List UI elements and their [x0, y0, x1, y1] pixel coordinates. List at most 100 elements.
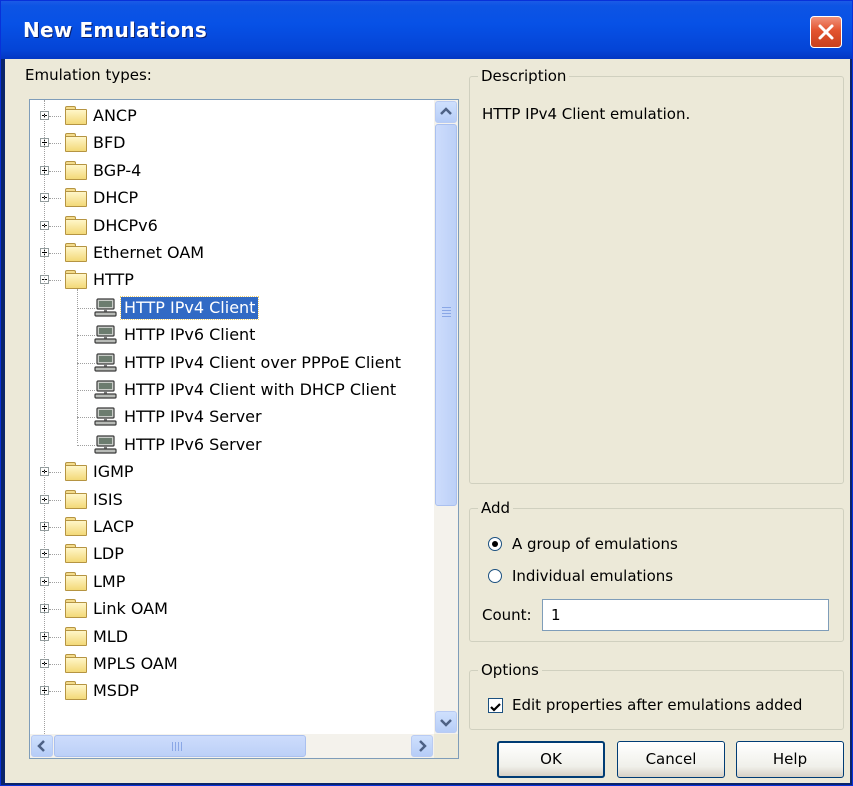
- tree-folder-item[interactable]: DHCP: [30, 187, 430, 211]
- group-of-emulations-radio[interactable]: [488, 537, 502, 551]
- tree-item-label[interactable]: BFD: [90, 132, 129, 154]
- host-computer-icon: [94, 353, 118, 373]
- grip-line: [172, 742, 173, 751]
- tree-folder-item[interactable]: ISIS: [30, 489, 430, 513]
- help-button[interactable]: Help: [736, 741, 844, 778]
- tree-folder-item[interactable]: ANCP: [30, 105, 430, 129]
- count-input[interactable]: [542, 599, 829, 631]
- tree-item-label[interactable]: Ethernet OAM: [90, 242, 207, 264]
- grip-line: [175, 742, 176, 751]
- close-icon: [818, 24, 834, 40]
- tree-item-label[interactable]: HTTP IPv4 Client: [119, 296, 260, 320]
- tree-item-label[interactable]: HTTP IPv4 Client over PPPoE Client: [121, 352, 404, 374]
- horizontal-scroll-thumb[interactable]: [54, 735, 306, 757]
- tree-connector: [49, 226, 61, 227]
- folder-icon: [65, 490, 87, 509]
- tree-folder-item[interactable]: Link OAM: [30, 598, 430, 622]
- grip-line: [181, 742, 182, 751]
- host-computer-icon: [94, 298, 118, 318]
- tree-folder-item[interactable]: MPLS OAM: [30, 653, 430, 677]
- group-of-emulations-label[interactable]: A group of emulations: [512, 535, 678, 553]
- tree-connector: [49, 253, 61, 254]
- tree-item-label[interactable]: MSDP: [90, 680, 142, 702]
- tree-folder-item[interactable]: IGMP: [30, 461, 430, 485]
- tree-folder-item[interactable]: LMP: [30, 571, 430, 595]
- close-button[interactable]: [810, 16, 842, 48]
- tree-emulation-item[interactable]: HTTP IPv6 Client: [30, 324, 430, 348]
- edit-properties-label[interactable]: Edit properties after emulations added: [512, 696, 802, 714]
- description-group: Description HTTP IPv4 Client emulation.: [469, 67, 844, 484]
- tree-connector: [49, 664, 61, 665]
- tree-folder-item[interactable]: BFD: [30, 132, 430, 156]
- folder-icon: [65, 161, 87, 180]
- tree-folder-item[interactable]: BGP-4: [30, 160, 430, 184]
- tree-item-label[interactable]: LDP: [90, 543, 127, 565]
- tree-item-label[interactable]: ANCP: [90, 105, 140, 127]
- scroll-left-button[interactable]: [31, 735, 53, 757]
- tree-root-line: [44, 100, 45, 740]
- tree-connector: [49, 116, 61, 117]
- tree-item-label[interactable]: BGP-4: [90, 160, 144, 182]
- tree-emulation-item[interactable]: HTTP IPv4 Client over PPPoE Client: [30, 352, 430, 376]
- folder-icon: [65, 106, 87, 125]
- tree-connector: [49, 554, 61, 555]
- tree-emulation-item[interactable]: HTTP IPv4 Server: [30, 406, 430, 430]
- tree-item-label[interactable]: LACP: [90, 516, 137, 538]
- add-group: Add A group of emulations Individual emu…: [469, 499, 844, 642]
- tree-item-label[interactable]: LMP: [90, 571, 128, 593]
- tree-item-label[interactable]: MLD: [90, 626, 131, 648]
- tree-item-label[interactable]: HTTP IPv4 Client with DHCP Client: [121, 379, 399, 401]
- tree-item-label[interactable]: HTTP IPv6 Server: [121, 434, 265, 456]
- vertical-scrollbar[interactable]: [434, 100, 458, 734]
- grip-line: [442, 310, 451, 311]
- tree-item-label[interactable]: HTTP IPv6 Client: [121, 324, 258, 346]
- tree-child-line: [77, 289, 78, 443]
- title-bar[interactable]: New Emulations: [1, 1, 852, 59]
- tree-emulation-item[interactable]: HTTP IPv4 Client: [30, 296, 430, 321]
- tree-emulation-item[interactable]: HTTP IPv4 Client with DHCP Client: [30, 379, 430, 403]
- tree-item-label[interactable]: Link OAM: [90, 598, 171, 620]
- tree-connector: [77, 308, 95, 309]
- tree-folder-item[interactable]: DHCPv6: [30, 215, 430, 239]
- tree-item-label[interactable]: IGMP: [90, 461, 137, 483]
- tree-folder-item[interactable]: LACP: [30, 516, 430, 540]
- scroll-up-button[interactable]: [435, 101, 457, 123]
- tree-item-label[interactable]: HTTP: [90, 269, 137, 291]
- scroll-down-button[interactable]: [435, 711, 457, 733]
- folder-icon: [65, 627, 87, 646]
- ok-button[interactable]: OK: [497, 741, 605, 778]
- tree-item-label[interactable]: MPLS OAM: [90, 653, 181, 675]
- tree-emulation-item[interactable]: HTTP IPv6 Server: [30, 434, 430, 458]
- cancel-button[interactable]: Cancel: [617, 741, 725, 778]
- folder-icon: [65, 599, 87, 618]
- tree-item-label[interactable]: HTTP IPv4 Server: [121, 406, 265, 428]
- tree-folder-item[interactable]: MLD: [30, 626, 430, 650]
- tree-folder-item[interactable]: Ethernet OAM: [30, 242, 430, 266]
- vertical-scroll-thumb[interactable]: [435, 124, 457, 506]
- folder-icon: [65, 133, 87, 152]
- tree-folder-item[interactable]: MSDP: [30, 680, 430, 704]
- scroll-right-button[interactable]: [411, 735, 433, 757]
- folder-icon: [65, 270, 87, 289]
- tree-item-label[interactable]: DHCP: [90, 187, 141, 209]
- dialog-title: New Emulations: [23, 18, 207, 42]
- tree-item-label[interactable]: DHCPv6: [90, 215, 161, 237]
- host-computer-icon: [94, 435, 118, 455]
- horizontal-scrollbar[interactable]: [30, 734, 434, 758]
- tree-item-label[interactable]: ISIS: [90, 489, 126, 511]
- individual-emulations-label[interactable]: Individual emulations: [512, 567, 673, 585]
- emulation-types-tree[interactable]: ANCP BFD BGP-4 DHCP DHCPv6 Ethernet OAM HTTP HT…: [29, 99, 459, 759]
- tree-folder-item[interactable]: HTTP: [30, 269, 430, 293]
- tree-connector: [49, 609, 61, 610]
- edit-properties-checkbox[interactable]: [488, 698, 503, 713]
- new-emulations-dialog: New Emulations Emulation types: ANCP BFD B…: [0, 0, 853, 786]
- folder-icon: [65, 216, 87, 235]
- grip-line: [178, 742, 179, 751]
- checkmark-icon: [490, 703, 501, 712]
- grip-line: [442, 316, 451, 317]
- grip-line: [442, 313, 451, 314]
- chevron-right-icon: [419, 740, 427, 752]
- individual-emulations-radio[interactable]: [488, 569, 502, 583]
- tree-folder-item[interactable]: LDP: [30, 543, 430, 567]
- tree-connector: [77, 363, 95, 364]
